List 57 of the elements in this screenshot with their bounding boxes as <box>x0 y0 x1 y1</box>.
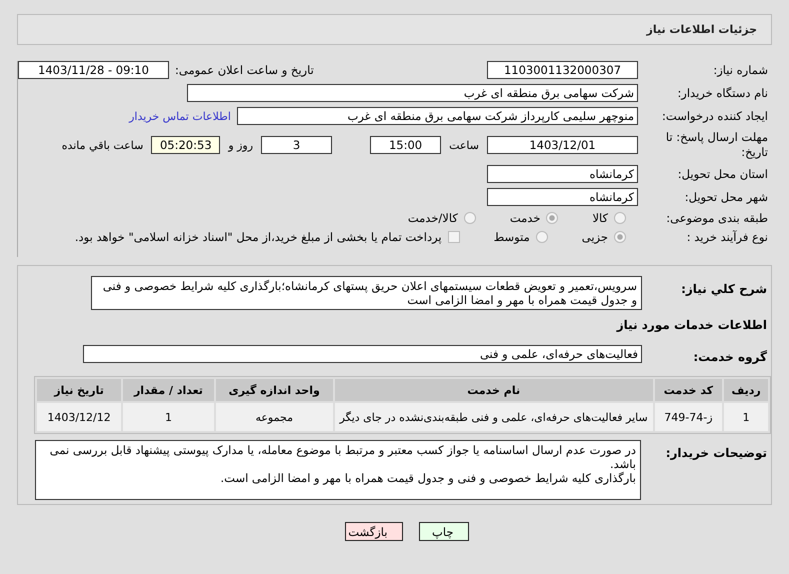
description-field: سرویس،تعمیر و تعویض قطعات سیستمهای اعلان حریق پستهای کرمانشاه؛بارگذاری کلیه شرایط خصوصی و فنی و جدول قیمت همراه با مهر و امضا الزامی است <box>91 276 642 310</box>
buyer-field: شرکت سهامی برق منطقه ای غرب <box>187 84 638 102</box>
field-label: توضیحات خریدار: <box>664 445 768 460</box>
field-label: نام دستگاه خریدار: <box>676 86 769 100</box>
announce-date-field: 1403/11/28 - 09:10 <box>18 61 169 79</box>
section-heading: اطلاعات خدمات مورد نیاز <box>615 318 767 332</box>
service-group-field: فعالیت‌های حرفه‌ای، علمی و فنی <box>83 345 642 363</box>
field-label: نوع فرآیند خرید : <box>686 230 769 244</box>
radio-label: کالا/خدمت <box>408 211 458 225</box>
radio-button[interactable] <box>536 231 548 243</box>
table-cell: ز-74-749 <box>654 403 722 431</box>
need-number-field: 1103001132000307 <box>487 61 638 79</box>
column-header: نام خدمت <box>334 379 653 401</box>
table-cell: سایر فعالیت‌های حرفه‌ای، علمی و فنی طبقه‌بندی‌نشده در جای دیگر <box>334 403 653 431</box>
radio-label: کالا <box>592 211 608 225</box>
field-label: شرح کلي نیاز: <box>680 281 768 296</box>
field-label: مهلت ارسال پاسخ: تا تاریخ: <box>664 130 769 160</box>
radio-button[interactable] <box>464 212 476 224</box>
days-label: روز و <box>228 138 254 152</box>
buyer-notes-field: در صورت عدم ارسال اساسنامه یا جواز کسب معتبر و مرتبط با موضوع معامله، یا مدارک پیوستی پیشنهاد قابل بررسی نمی باشد. بارگذاری کلیه شرایط خصوصی و فنی و جدول قیمت همراه با مهر و امضا الزامی است. <box>35 440 641 500</box>
checkbox-label: پرداخت تمام یا بخشی از مبلغ خرید،از محل "اسناد خزانه اسلامی" خواهد بود. <box>74 230 442 244</box>
field-label: گروه خدمت: <box>692 349 768 364</box>
radio-label: جزیی <box>582 230 608 244</box>
back-button[interactable]: بازگشت <box>344 522 402 541</box>
table-cell: 1403/12/12 <box>37 403 122 431</box>
creator-field: منوچهر سلیمی کارپرداز شرکت سهامی برق منطقه ای غرب <box>237 107 638 125</box>
page-title: جزئیات اطلاعات نیاز <box>646 23 757 36</box>
column-header: کد خدمت <box>654 379 722 401</box>
deadline-time-field: 15:00 <box>370 136 442 154</box>
table-cell: 1 <box>724 403 768 431</box>
radio-button[interactable] <box>614 212 626 224</box>
field-label: طبقه بندی موضوعی: <box>665 211 769 225</box>
field-label: تاریخ و ساعت اعلان عمومی: <box>175 63 314 77</box>
radio-button[interactable] <box>614 231 626 243</box>
field-label: شماره نیاز: <box>712 63 769 77</box>
checkbox[interactable] <box>448 231 460 243</box>
column-header: ردیف <box>724 379 768 401</box>
remaining-label: ساعت باقي مانده <box>62 138 144 152</box>
deadline-date-field: 1403/12/01 <box>487 136 638 154</box>
field-label: ایجاد کننده درخواست: <box>661 109 769 123</box>
contact-link[interactable]: اطلاعات تماس خریدار <box>129 110 231 122</box>
remaining-time-field: 05:20:53 <box>151 136 220 154</box>
print-button[interactable]: چاپ <box>418 522 468 541</box>
time-label: ساعت <box>449 138 479 152</box>
city-field: کرمانشاه <box>487 188 638 206</box>
radio-button[interactable] <box>546 212 558 224</box>
radio-label: متوسط <box>494 230 530 244</box>
radio-label: خدمت <box>510 211 540 225</box>
province-field: کرمانشاه <box>487 165 638 183</box>
days-field: 3 <box>261 136 332 154</box>
field-label: شهر محل تحویل: <box>684 190 769 204</box>
field-label: استان محل تحویل: <box>676 167 769 181</box>
column-header: واحد اندازه گیری <box>216 379 333 401</box>
table-cell: مجموعه <box>216 403 333 431</box>
column-header: تعداد / مقدار <box>123 379 214 401</box>
column-header: تاریخ نیاز <box>37 379 122 401</box>
table-cell: 1 <box>123 403 214 431</box>
